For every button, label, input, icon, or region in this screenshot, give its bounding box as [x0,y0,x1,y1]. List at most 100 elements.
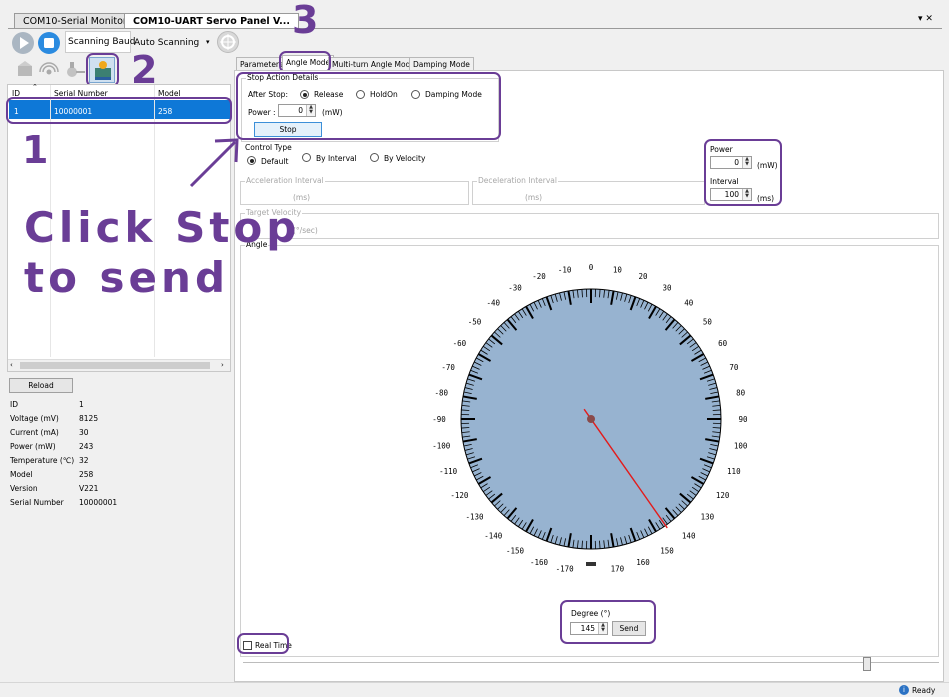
dial-tick-label: -80 [435,389,449,398]
dial-tick-label: -160 [530,558,549,567]
info-icon: i [899,685,909,695]
dial-tick-label: -90 [432,415,446,424]
tab-serial-monitor[interactable]: COM10-Serial Monitor [14,13,136,29]
target-velocity-group: Target Velocity (°/sec) [240,208,939,239]
by-velocity-radio[interactable] [370,153,379,162]
dial-tick-label: 30 [662,283,672,292]
info-key: Version [10,484,38,493]
dial-tick-label: -50 [468,317,482,326]
info-value: V221 [79,484,99,493]
dial-tick-label: 160 [636,558,650,567]
angle-slider-thumb[interactable] [863,657,871,671]
default-radio[interactable] [247,156,256,165]
default-label: Default [261,157,289,166]
dial-tick-label: 130 [701,513,715,522]
dial-tick-label: -30 [508,283,522,292]
info-value: 258 [79,470,94,479]
baud-select[interactable]: Auto Scanning [134,38,199,48]
dial-tick-label: -10 [558,265,572,274]
dial-minor-tick [581,540,583,549]
scroll-right-icon[interactable]: › [221,361,224,369]
dial-tick-label: -130 [466,513,485,522]
app-window: COM10-Serial Monitor COM10-UART Servo Pa… [0,0,949,697]
scrollbar-thumb[interactable] [20,362,210,369]
info-value: 8125 [79,414,99,423]
dial-tick-label: 120 [716,491,730,500]
by-velocity-label: By Velocity [384,154,426,163]
degree-highlight [560,600,656,644]
dial-tick-label: 80 [736,389,746,398]
acceleration-title: Acceleration Interval [245,176,325,185]
dial-tick-label: -100 [432,441,451,450]
step1-number: 1 [22,128,49,172]
step1-highlight [6,97,232,124]
dial-tick-label: 50 [703,317,713,326]
info-value: 32 [79,456,89,465]
sort-up-icon: ⌃ [32,83,38,91]
stop-icon[interactable] [38,32,60,54]
dial-tick-label: 10 [613,265,623,274]
dial-tick-label: 110 [727,467,741,476]
info-key: Power (mW) [10,442,56,451]
arrow-annotation [189,138,239,188]
info-row: Serial Number 10000001 [10,498,220,511]
dial-tick-label: 0 [589,263,594,272]
status-bar [0,682,949,697]
info-key: Voltage (mV) [10,414,59,423]
dial-tick-label: 60 [718,339,728,348]
angle-mode-panel: Stop Action Details After Stop: Release … [234,70,944,682]
scroll-left-icon[interactable]: ‹ [10,361,13,369]
step2-highlight [86,53,119,87]
dial-tick-label: 150 [660,547,674,556]
angle-dial[interactable]: -170-160-150-140-130-120-110-100-90-80-7… [421,249,761,589]
wireless-icon[interactable] [38,60,60,80]
dial-tick-label: 20 [638,272,648,281]
deceleration-group: Deceleration Interval (ms) [472,176,705,205]
dial-tick-label: 40 [684,299,694,308]
info-key: Current (mA) [10,428,59,437]
dial-tick-label: 170 [611,565,625,574]
info-key: Temperature (℃) [10,456,75,465]
window-controls[interactable]: ▾ ✕ [918,14,933,24]
info-value: 243 [79,442,94,451]
status-text: Ready [912,686,936,695]
deceleration-title: Deceleration Interval [477,176,558,185]
dial-minor-tick [599,540,601,549]
acceleration-group: Acceleration Interval (ms) [240,176,469,205]
info-value: 1 [79,400,84,409]
step3-number: 3 [292,0,319,42]
instruction-line2: to send [24,253,230,302]
dial-tick-label: -70 [441,363,455,372]
dial-minor-tick [461,427,470,429]
chevron-down-icon[interactable]: ▾ [206,38,210,46]
angle-slider-track[interactable] [243,662,939,664]
info-row: Power (mW) 243 [10,442,220,455]
power-interval-highlight [704,139,782,206]
stop-action-highlight [236,72,501,140]
dial-tick-label: -60 [453,339,467,348]
dial-tick-label: -110 [439,467,458,476]
horizontal-scrollbar[interactable]: ‹ › [8,359,230,371]
probe-icon[interactable] [62,60,86,80]
info-row: Current (mA) 30 [10,428,220,441]
play-icon[interactable] [12,32,34,54]
reload-button[interactable]: Reload [9,378,73,393]
dial-minor-tick [712,427,721,429]
tab-damping-mode[interactable]: Damping Mode [409,57,474,71]
tabstrip-divider [8,28,942,29]
by-interval-radio[interactable] [302,153,311,162]
dial-tick-label: -170 [556,565,575,574]
dial-tick-label: -140 [484,531,503,540]
info-value: 30 [79,428,89,437]
info-value: 10000001 [79,498,118,507]
target-icon[interactable] [217,31,239,53]
dial-tick-label: -120 [450,491,469,500]
dial-minor-tick [461,409,470,411]
tab-multi-turn[interactable]: Multi-turn Angle Mode [328,57,419,71]
deceleration-unit: (ms) [525,193,543,202]
dial-zero-marker [586,562,596,566]
tab-servo-panel[interactable]: COM10-UART Servo Panel V... [124,13,299,29]
info-row: Model 258 [10,470,220,483]
servo-grey-icon[interactable] [14,60,36,80]
info-row: ID 1 [10,400,220,413]
